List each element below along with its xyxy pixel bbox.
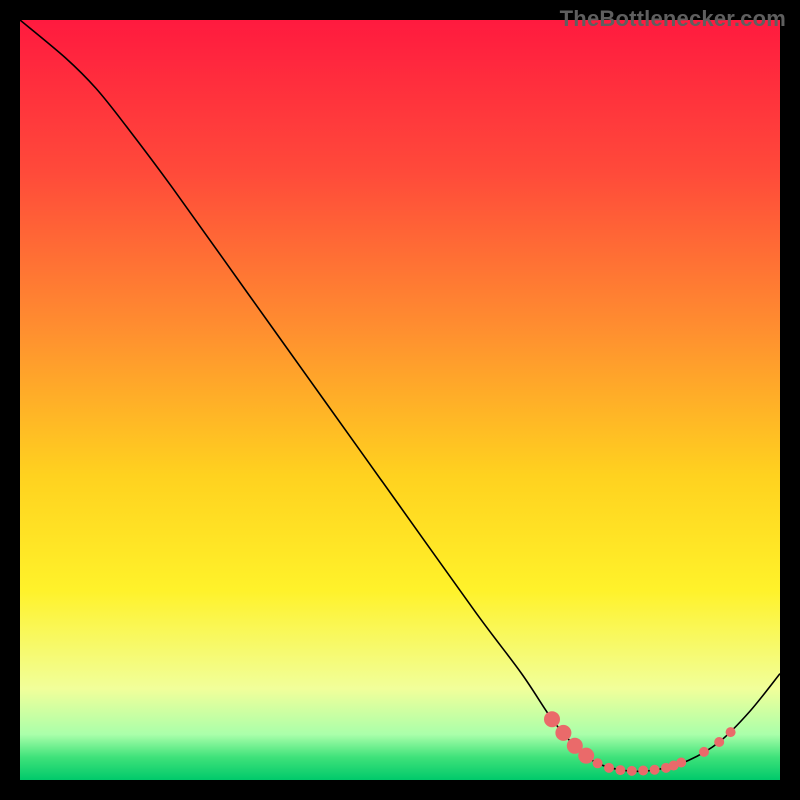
data-point [638, 766, 648, 776]
data-point [604, 763, 614, 773]
data-point [714, 737, 724, 747]
chart-canvas [20, 20, 780, 780]
data-point [555, 725, 571, 741]
data-point [699, 747, 709, 757]
data-point [593, 758, 603, 768]
data-point [650, 765, 660, 775]
data-point [578, 748, 594, 764]
data-point [726, 727, 736, 737]
data-point [544, 711, 560, 727]
data-point [627, 766, 637, 776]
data-point [676, 758, 686, 768]
watermark-text: TheBottlenecker.com [560, 6, 786, 32]
chart-background [20, 20, 780, 780]
data-point [615, 765, 625, 775]
